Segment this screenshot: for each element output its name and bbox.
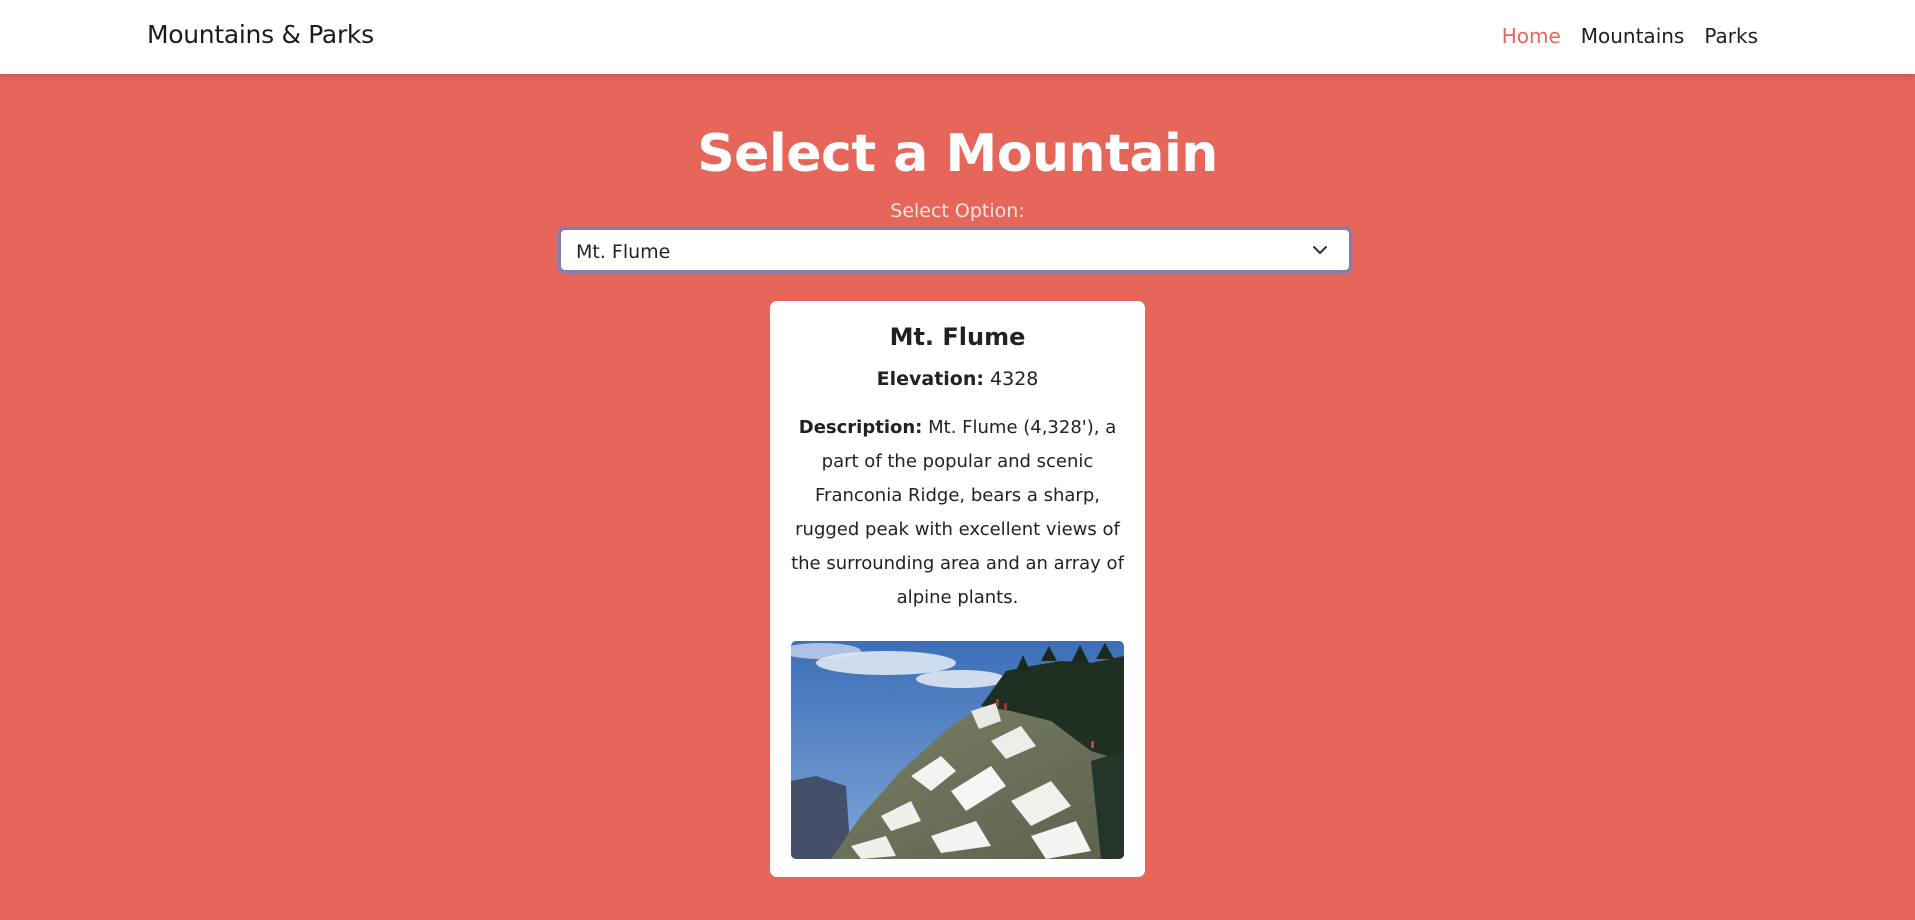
elevation-line: Elevation: 4328 [770, 368, 1145, 390]
select-label: Select Option: [890, 200, 1025, 222]
chevron-down-icon [1313, 246, 1327, 254]
description: Description: Mt. Flume (4,328'), a part … [790, 411, 1125, 615]
nav-link-parks[interactable]: Parks [1704, 24, 1758, 48]
elevation-label: Elevation: [876, 368, 984, 390]
brand-link[interactable]: Mountains & Parks [147, 20, 374, 49]
page-title: Select a Mountain [697, 124, 1218, 184]
nav-link-home[interactable]: Home [1502, 24, 1561, 48]
navbar: Mountains & Parks Home Mountains Parks [0, 0, 1915, 74]
nav-link-mountains[interactable]: Mountains [1581, 24, 1685, 48]
description-label: Description: [798, 417, 923, 438]
mountain-card: Mt. Flume Elevation: 4328 Description: M… [770, 301, 1145, 877]
mountain-name: Mt. Flume [889, 323, 1026, 351]
elevation-value: 4328 [990, 368, 1039, 390]
mountain-photo [791, 641, 1124, 859]
main-content: Select a Mountain Select Option: Mt. Flu… [0, 74, 1915, 920]
mountain-select[interactable]: Mt. Flume [558, 227, 1352, 273]
description-text: Mt. Flume (4,328'), a part of the popula… [791, 417, 1124, 608]
nav-links: Home Mountains Parks [1502, 24, 1758, 48]
select-value: Mt. Flume [576, 241, 671, 263]
